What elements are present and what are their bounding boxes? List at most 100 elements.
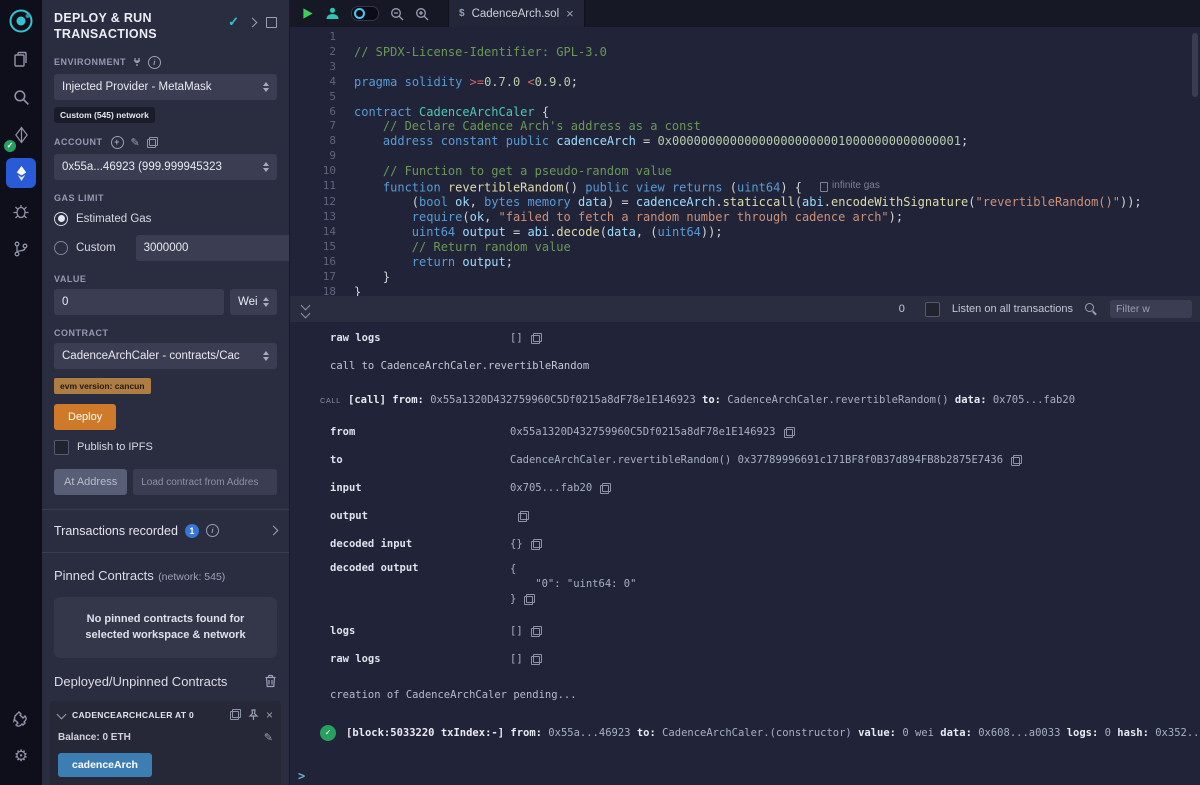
trash-icon[interactable] xyxy=(264,674,277,688)
line-number[interactable]: 15 xyxy=(304,240,336,255)
code-text[interactable]: require(ok, "failed to fetch a random nu… xyxy=(354,210,903,225)
code-text[interactable]: contract CadenceArchCaler { xyxy=(354,105,549,120)
gas-custom-option[interactable]: Custom xyxy=(54,235,277,261)
line-number[interactable]: 11 xyxy=(304,179,336,195)
pin-panel-icon[interactable] xyxy=(266,17,277,28)
line-number[interactable]: 16 xyxy=(304,255,336,270)
deploy-button[interactable]: Deploy xyxy=(54,404,116,430)
gas-estimated-option[interactable]: Estimated Gas xyxy=(54,212,277,226)
search-icon[interactable] xyxy=(6,82,36,112)
copy-address-icon[interactable] xyxy=(230,709,241,720)
tab-cadencearch-sol[interactable]: $ CadenceArch.sol × xyxy=(448,0,585,27)
code-text[interactable]: // Declare Cadence Arch's address as a c… xyxy=(354,119,701,134)
copy-account-icon[interactable] xyxy=(147,137,158,148)
environment-label: ENVIRONMENT xyxy=(54,57,126,67)
environment-info-icon[interactable]: i xyxy=(148,56,161,69)
remove-contract-icon[interactable]: × xyxy=(266,709,273,721)
account-select[interactable]: 0x55a...46923 (999.999945323 xyxy=(54,154,277,180)
contract-select[interactable]: CadenceArchCaler - contracts/Cac xyxy=(54,343,277,369)
transactions-info-icon[interactable]: i xyxy=(206,524,219,537)
expand-transactions-icon[interactable] xyxy=(269,526,279,536)
gas-custom-input[interactable] xyxy=(136,235,290,261)
transactions-recorded-row[interactable]: Transactions recorded 1 i xyxy=(54,524,277,538)
line-number[interactable]: 14 xyxy=(304,225,336,240)
ai-copilot-icon[interactable] xyxy=(325,6,340,21)
value-input[interactable] xyxy=(54,289,224,315)
publish-ipfs-option[interactable]: Publish to IPFS xyxy=(54,440,277,455)
code-text[interactable]: pragma solidity >=0.7.0 <0.9.0; xyxy=(354,75,578,90)
line-number[interactable]: 4 xyxy=(304,75,336,90)
debugger-icon[interactable] xyxy=(6,196,36,226)
remix-logo-icon[interactable] xyxy=(6,6,36,36)
close-tab-icon[interactable]: × xyxy=(566,7,574,20)
editor-scrollbar[interactable] xyxy=(1192,33,1198,97)
line-number[interactable]: 1 xyxy=(304,30,336,45)
line-number[interactable]: 5 xyxy=(304,90,336,105)
line-number[interactable]: 10 xyxy=(304,164,336,179)
ai-copilot-toggle[interactable] xyxy=(351,6,379,21)
line-number[interactable]: 6 xyxy=(304,105,336,120)
at-address-input[interactable] xyxy=(133,469,277,495)
terminal[interactable]: raw logs [] call to CadenceArchCaler.rev… xyxy=(290,322,1200,785)
run-script-button[interactable] xyxy=(302,7,314,20)
plug-icon[interactable] xyxy=(132,57,142,67)
line-number[interactable]: 13 xyxy=(304,210,336,225)
terminal-filter-input[interactable] xyxy=(1110,300,1192,318)
deploy-run-panel: DEPLOY & RUN TRANSACTIONS ✓ ENVIRONMENT … xyxy=(42,0,290,785)
add-account-icon[interactable]: + xyxy=(111,136,124,149)
line-number[interactable]: 12 xyxy=(304,195,336,210)
terminal-block-summary[interactable]: ✓ [block:5033220 txIndex:-] from: 0x55a.… xyxy=(290,725,1200,741)
radio-icon[interactable] xyxy=(54,241,68,255)
plugin-manager-icon[interactable] xyxy=(6,703,36,733)
select-arrows-icon xyxy=(263,351,269,361)
copy-icon[interactable] xyxy=(531,333,542,344)
copy-icon[interactable] xyxy=(524,594,535,605)
code-text[interactable]: function revertibleRandom() public view … xyxy=(354,179,880,195)
terminal-prompt[interactable]: > xyxy=(290,769,1200,783)
pin-icon[interactable] xyxy=(248,709,259,721)
code-editor[interactable]: 12 // SPDX-License-Identifier: GPL-3.0 34 p… xyxy=(290,27,1200,299)
file-explorer-icon[interactable] xyxy=(6,44,36,74)
terminal-search-icon[interactable] xyxy=(1085,303,1098,316)
forward-chevron-icon[interactable] xyxy=(248,17,258,27)
ipfs-checkbox[interactable] xyxy=(54,440,69,455)
listen-all-checkbox[interactable] xyxy=(925,302,940,317)
line-number[interactable]: 9 xyxy=(304,149,336,164)
git-branch-icon[interactable] xyxy=(6,234,36,264)
copy-icon[interactable] xyxy=(531,539,542,550)
line-number[interactable]: 8 xyxy=(304,134,336,149)
environment-select[interactable]: Injected Provider - MetaMask xyxy=(54,74,277,100)
zoom-in-icon[interactable] xyxy=(415,7,429,21)
radio-selected-icon[interactable] xyxy=(54,212,68,226)
sign-message-icon[interactable]: ✎ xyxy=(131,136,141,149)
code-text[interactable]: // Function to get a pseudo-random value xyxy=(354,164,672,179)
terminal-call-summary[interactable]: CALL [call] from: 0x55a1320D432759960C5D… xyxy=(290,394,1200,406)
function-button-cadencearch[interactable]: cadenceArch xyxy=(58,753,152,777)
copy-icon[interactable] xyxy=(531,654,542,665)
copy-icon[interactable] xyxy=(1011,455,1022,466)
solidity-compiler-icon[interactable]: ✓ xyxy=(6,120,36,150)
code-text[interactable]: return output; xyxy=(354,255,513,270)
value-unit-select[interactable]: Wei xyxy=(230,289,277,315)
code-text[interactable]: (bool ok, bytes memory data) = cadenceAr… xyxy=(354,195,1142,210)
settings-icon[interactable]: ⚙ xyxy=(6,741,36,771)
line-number[interactable]: 7 xyxy=(304,119,336,134)
code-text[interactable]: // Return random value xyxy=(354,240,571,255)
copy-icon[interactable] xyxy=(784,427,795,438)
at-address-button[interactable]: At Address xyxy=(54,469,127,495)
code-text[interactable]: uint64 output = abi.decode(data, (uint64… xyxy=(354,225,723,240)
line-number[interactable]: 2 xyxy=(304,45,336,60)
copy-icon[interactable] xyxy=(531,626,542,637)
terminal-expand-icon[interactable] xyxy=(302,302,309,317)
copy-icon[interactable] xyxy=(600,483,611,494)
edit-balance-icon[interactable]: ✎ xyxy=(264,731,273,744)
code-text[interactable]: } xyxy=(354,270,390,285)
copy-icon[interactable] xyxy=(518,511,529,522)
collapse-contract-icon[interactable] xyxy=(57,710,67,720)
line-number[interactable]: 17 xyxy=(304,270,336,285)
code-text[interactable]: // SPDX-License-Identifier: GPL-3.0 xyxy=(354,45,607,60)
zoom-out-icon[interactable] xyxy=(390,7,404,21)
line-number[interactable]: 3 xyxy=(304,60,336,75)
deploy-run-icon[interactable] xyxy=(6,158,36,188)
code-text[interactable]: address constant public cadenceArch = 0x… xyxy=(354,134,968,149)
